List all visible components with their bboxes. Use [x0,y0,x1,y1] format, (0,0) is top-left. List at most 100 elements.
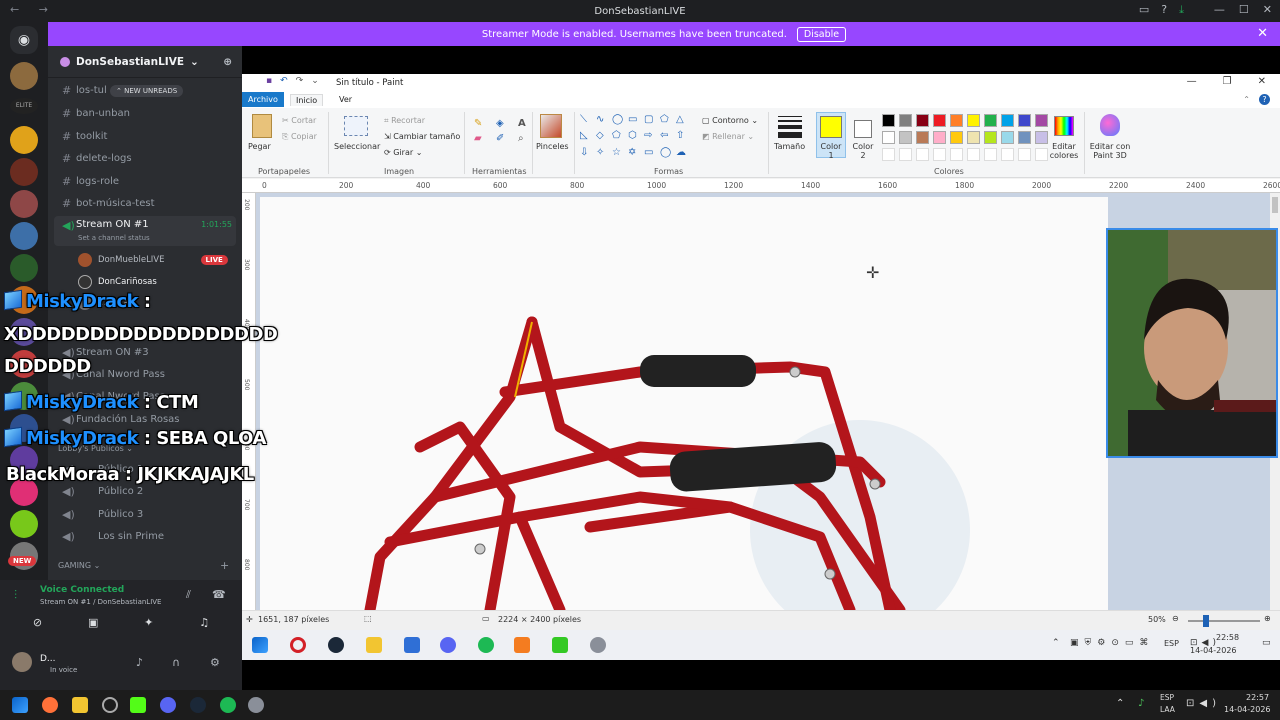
palette-swatch-empty[interactable] [899,148,912,161]
brushes-button[interactable]: Pinceles [536,142,569,151]
channel-logs-role[interactable]: # logs-role [54,171,236,191]
voice-channel-link[interactable]: Stream ON #1 / DonSebastianLIVE [40,598,161,606]
palette-swatch[interactable] [933,114,946,127]
palette-swatch[interactable] [950,114,963,127]
arrow-left-shape-icon[interactable]: ⇦ [660,130,675,145]
headphones-icon[interactable]: ∩ [172,656,180,669]
collapse-ribbon-icon[interactable]: ⌃ [1243,95,1250,104]
palette-swatch-empty[interactable] [882,148,895,161]
arrow-up-shape-icon[interactable]: ⇧ [676,130,691,145]
close-button[interactable]: ✕ [1263,3,1272,16]
app-icon[interactable] [404,637,420,653]
server-icon[interactable] [10,222,38,250]
cut-button[interactable]: ✂ Cortar [282,116,316,125]
app-icon[interactable] [514,637,530,653]
network-volume-icons[interactable]: ⊡◀) [1186,698,1221,709]
palette-swatch-empty[interactable] [950,148,963,161]
notifications-icon[interactable]: ▭ [1262,638,1271,648]
palette-swatch[interactable] [950,131,963,144]
arrow-down-shape-icon[interactable]: ⇩ [580,147,595,162]
palette-swatch[interactable] [882,114,895,127]
voice-channel-los-sin-prime[interactable]: ◀) Los sin Prime [54,526,236,546]
server-icon[interactable] [10,254,38,282]
palette-swatch-empty[interactable] [933,148,946,161]
rotate-button[interactable]: ⟳ Girar ⌄ [384,148,422,157]
spotify-icon[interactable] [478,637,494,653]
eraser-icon[interactable]: ▰ [474,133,492,144]
edit-colors-button[interactable]: Editar colores [1048,142,1080,160]
color2-label[interactable]: Color 2 [850,142,876,160]
channel-toolkit[interactable]: # toolkit [54,126,236,146]
star6-shape-icon[interactable]: ✡ [628,147,643,162]
scroll-thumb[interactable] [1272,197,1278,213]
select-icon[interactable] [344,116,368,136]
undo-icon[interactable]: ↶ [280,76,288,86]
palette-swatch[interactable] [967,131,980,144]
save-icon[interactable]: ▪ [266,76,272,86]
palette-swatch[interactable] [984,131,997,144]
redo-icon[interactable]: ↷ [296,76,304,86]
palette-swatch-empty[interactable] [1018,148,1031,161]
voice-channel-publico-3[interactable]: ◀) Público 3 [54,504,236,524]
palette-swatch[interactable] [1018,114,1031,127]
file-explorer-icon[interactable] [366,637,382,653]
category-gaming[interactable]: GAMING ⌄ [58,561,100,570]
zoom-slider-track[interactable] [1188,620,1260,622]
palette-swatch[interactable] [1001,131,1014,144]
palette-swatch-empty[interactable] [916,148,929,161]
guild-header[interactable]: DonSebastianLIVE ⌄ ⊕ [48,46,242,78]
star4-shape-icon[interactable]: ✧ [596,147,611,162]
tab-archivo[interactable]: Archivo [242,92,284,107]
curve-shape-icon[interactable]: ∿ [596,114,611,129]
channel-ban-unban[interactable]: # ban-unban [54,103,236,123]
shapes-gallery[interactable]: ⟍ ∿ ◯ ▭ ▢ ⬠ △ ◺ ◇ ⬠ ⬡ ⇨ ⇦ ⇧ ⇩ ✧ ☆ ✡ ▭ ◯ ☁ [580,114,688,162]
channel-bot-musica-test[interactable]: # bot-música-test [54,193,236,213]
gear-icon[interactable]: ⚙ [210,656,220,669]
palette-swatch[interactable] [899,131,912,144]
canvas[interactable]: ✛ [260,197,1108,610]
callout-oval-shape-icon[interactable]: ◯ [660,147,675,162]
spotify-icon[interactable] [220,697,236,713]
firefox-icon[interactable] [42,697,58,713]
select-button[interactable]: Seleccionar [334,142,380,151]
server-icon[interactable] [10,190,38,218]
callout-cloud-shape-icon[interactable]: ☁ [676,147,691,162]
server-icon[interactable] [10,126,38,154]
callout-rect-shape-icon[interactable]: ▭ [644,147,659,162]
voice-user[interactable]: DonCariñosas [78,275,157,289]
paint3d-icon[interactable] [1100,114,1120,136]
oval-shape-icon[interactable]: ◯ [612,114,627,129]
palette-swatch[interactable] [899,114,912,127]
mic-tray-icon[interactable]: ♪ [1138,698,1144,709]
server-icon[interactable] [10,62,38,90]
server-icon[interactable] [10,510,38,538]
pencil-icon[interactable]: ✎ [474,118,492,129]
user-name[interactable]: D... [40,654,56,664]
tray-chevron-icon[interactable]: ⌃ [1116,698,1124,709]
clock-time[interactable]: 22:57 [1246,693,1269,702]
discord-icon[interactable] [160,697,176,713]
clock-date[interactable]: 14-04-2026 [1190,646,1237,655]
close-icon[interactable]: ✕ [1257,26,1268,41]
palette-swatch[interactable] [1035,114,1048,127]
copy-button[interactable]: ⎘ Copiar [282,132,317,142]
voice-user[interactable]: DonMuebleLIVE LIVE [78,253,228,267]
palette-swatch-empty[interactable] [1035,148,1048,161]
rounded-rect-shape-icon[interactable]: ▢ [644,114,659,129]
size-button[interactable]: Tamaño [774,142,805,151]
signal-icon[interactable]: ⫶ [14,588,17,603]
palette-swatch-empty[interactable] [967,148,980,161]
palette-swatch[interactable] [1035,131,1048,144]
windows-start-icon[interactable] [252,637,268,653]
tray-chevron-icon[interactable]: ⌃ [1052,638,1060,648]
pentagon-shape-icon[interactable]: ⬠ [612,130,627,145]
fill-button[interactable]: ◩ Rellenar ⌄ [702,132,754,141]
tab-ver[interactable]: Ver [334,94,357,105]
steam-icon[interactable] [190,697,206,713]
edit-colors-icon[interactable] [1054,116,1074,136]
tray-icons[interactable]: ▣⛨⚙⊙▭⌘ [1070,638,1154,648]
brush-icon[interactable] [540,114,562,138]
paste-button[interactable]: Pegar [248,142,271,151]
channel-status[interactable]: Set a channel status [78,234,150,242]
zoom-slider-thumb[interactable] [1203,615,1209,627]
